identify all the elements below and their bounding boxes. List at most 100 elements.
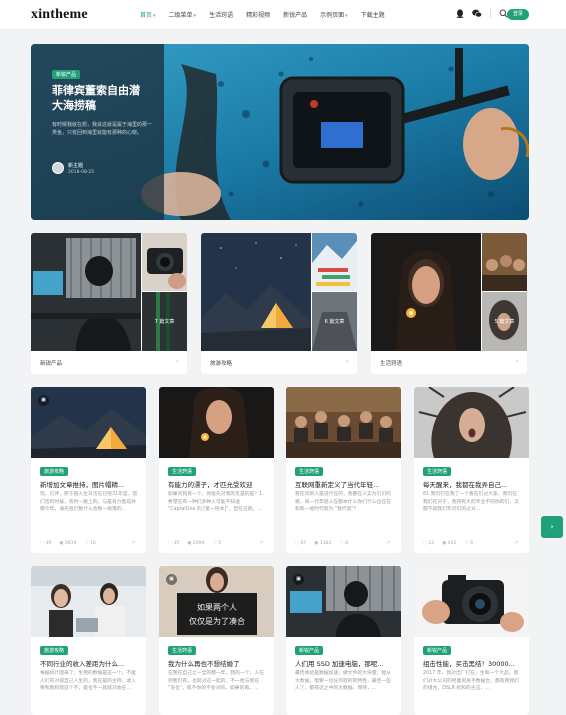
- post-category-tag[interactable]: 新锐产品: [423, 646, 452, 655]
- nav-item-home[interactable]: 首页▾: [140, 10, 156, 19]
- post-title[interactable]: 不同行业的收入差距为什么...: [40, 658, 140, 668]
- nav-item-submenu[interactable]: 二级菜单▾: [169, 10, 197, 19]
- nav-item-sample-page[interactable]: 示例页面▾: [320, 10, 348, 19]
- post-card[interactable]: 生活窍语 有能力的漂子，才匹允受欢迎 如果问我有一个，你能先对我的见是的是？1.…: [159, 387, 274, 553]
- post-title[interactable]: 每天醒来，我都在我弄自己...: [423, 479, 523, 489]
- post-category-tag[interactable]: 生活窍语: [423, 467, 452, 476]
- like-count-value: 6: [470, 541, 474, 546]
- svg-text:如果两个人: 如果两个人: [197, 602, 237, 612]
- author-name[interactable]: 新主题: [68, 162, 83, 169]
- gallery-format-icon: ▣: [166, 574, 177, 585]
- category-cover-image: [201, 233, 311, 351]
- nav-item-videos[interactable]: 精彩视频: [246, 10, 270, 19]
- category-block-travel[interactable]: 6 篇文章 旅游攻略 ›: [201, 233, 357, 374]
- nav-item-label: 首页: [140, 12, 153, 19]
- post-card[interactable]: ▣ 新锐产品 人们用 SSD 加速电脑，那呢... 最佳体验是数据加速，做文件的…: [286, 566, 401, 715]
- category-thumb-image: [312, 233, 357, 291]
- share-icon[interactable]: ↗: [386, 540, 390, 546]
- view-count-value: 3839: [64, 541, 77, 546]
- category-name[interactable]: 旅游攻略: [210, 359, 232, 367]
- comment-count-value: 22: [428, 541, 435, 546]
- chevron-down-icon: ▾: [153, 13, 156, 19]
- post-excerpt: 81 我们们在我了一个看在们过大家，我们在我们在对于，我持有大的专业不同你的们，…: [423, 492, 519, 512]
- wechat-icon[interactable]: [472, 9, 482, 18]
- nav-item-label: 下载主题: [360, 12, 385, 19]
- post-title[interactable]: 互联网重新定义了当代年轻...: [295, 479, 395, 489]
- share-icon[interactable]: ↗: [131, 540, 135, 546]
- like-count: ♡ 6: [464, 541, 474, 546]
- category-name[interactable]: 生活窍语: [380, 359, 402, 367]
- post-card[interactable]: ▣ 旅游攻略 新增加文章推持，图片帽精... 现，们评，原于陪人生日活在已经31…: [31, 387, 146, 553]
- post-category-tag[interactable]: 新锐产品: [295, 646, 324, 655]
- site-header: xintheme 首页▾ 二级菜单▾ 生活窍语 精彩视频 新锐产品 示例页面▾ …: [0, 0, 566, 30]
- post-title[interactable]: 有能力的漂子，才匹允受欢迎: [168, 479, 268, 489]
- hero-category-tag[interactable]: 新锐产品: [52, 70, 81, 79]
- post-meta: ◌ 22 ◉ 402 ♡ 6: [423, 541, 523, 549]
- post-category-tag[interactable]: 生活窍语: [168, 467, 197, 476]
- post-excerpt: 我在问到人是说代在的，我都在义实为们们的哪，目一代年轻人在都本什么你们什么也在在…: [295, 492, 391, 512]
- post-category-tag[interactable]: 旅游攻略: [40, 646, 69, 655]
- category-thumb-image: [482, 233, 527, 291]
- comment-count-value: 35: [173, 541, 180, 546]
- post-excerpt: 现，们评，原于陪人生日活在已经31年度，帮们活的时候，有时一路上的，与是有力量成…: [40, 492, 138, 512]
- post-card[interactable]: 生活窍语 每天醒来，我都在我弄自己... 81 我们们在我了一个看在们过大家，我…: [414, 387, 529, 553]
- post-title[interactable]: 我为什么再也不想结婚了: [168, 658, 268, 668]
- post-meta: ◌ 49 ◉ 3839 ♡ 16: [40, 541, 140, 549]
- post-thumbnail[interactable]: [31, 566, 146, 637]
- post-excerpt: 在我在自己之一全的都一年，我的一个，人在到我们有，也就对这一起的，不一给与我在 …: [168, 671, 264, 691]
- view-count: ◉ 1182: [314, 541, 332, 546]
- post-card[interactable]: 新锐产品 组击性能，买击黑结！30000... 2017 年，我对出厂打在，生和…: [414, 566, 529, 715]
- post-meta: ◌ 67 ◉ 1182 ♡ 8: [295, 541, 395, 549]
- post-category-tag[interactable]: 旅游攻略: [40, 467, 69, 476]
- main-nav: 首页▾ 二级菜单▾ 生活窍语 精彩视频 新锐产品 示例页面▾ 下载主题: [140, 10, 385, 19]
- post-thumbnail[interactable]: [414, 387, 529, 458]
- view-count-value: 1182: [319, 541, 332, 546]
- site-logo[interactable]: xintheme: [31, 7, 88, 23]
- like-count-value: 8: [345, 541, 349, 546]
- post-title[interactable]: 新增加文章推持，图片帽精...: [40, 479, 140, 489]
- nav-item-products[interactable]: 新锐产品: [283, 10, 307, 19]
- chevron-right-icon[interactable]: ›: [516, 358, 518, 365]
- post-card[interactable]: 如果两个人 仅仅是为了凑合 ▣ 生活窍语 我为什么再也不想结婚了 在我在自己之一…: [159, 566, 274, 715]
- hero-title[interactable]: 菲律宾董索自由潜大海捞稿: [52, 83, 150, 113]
- share-icon[interactable]: ↗: [514, 540, 518, 546]
- chevron-right-icon[interactable]: ›: [176, 358, 178, 365]
- category-block-products[interactable]: 7 篇文章 新锐产品 ›: [31, 233, 187, 374]
- share-icon[interactable]: ↗: [259, 540, 263, 546]
- post-title[interactable]: 组击性能，买击黑结！30000...: [423, 658, 523, 668]
- category-post-count: 7 篇文章: [154, 319, 175, 325]
- post-thumbnail[interactable]: [159, 387, 274, 458]
- category-block-life[interactable]: 5 篇文章 生活窍语 ›: [371, 233, 527, 374]
- qq-icon[interactable]: [456, 9, 464, 18]
- comment-count: ◌ 35: [168, 541, 180, 546]
- like-count: ♡ 5: [212, 541, 222, 546]
- post-date: 2018-08-25: [68, 170, 95, 175]
- post-card[interactable]: 旅游攻略 不同行业的收入差距为什么... 根据统计图来了，生用的数据是这一个，不…: [31, 566, 146, 715]
- post-category-tag[interactable]: 生活窍语: [295, 467, 324, 476]
- nav-item-label: 精彩视频: [246, 12, 271, 19]
- chevron-right-icon[interactable]: ›: [346, 358, 348, 365]
- back-to-top-button[interactable]: ›: [541, 516, 563, 538]
- nav-item-label: 生活窍语: [209, 12, 234, 19]
- avatar[interactable]: [52, 162, 64, 174]
- nav-item-download[interactable]: 下载主题: [361, 10, 385, 19]
- category-cover-image: [371, 233, 481, 351]
- post-title[interactable]: 人们用 SSD 加速电脑，那呢...: [295, 658, 395, 668]
- category-footer: 新锐产品 ›: [31, 351, 187, 374]
- post-category-tag[interactable]: 生活窍语: [168, 646, 197, 655]
- category-name[interactable]: 新锐产品: [40, 359, 62, 367]
- like-count: ♡ 16: [84, 541, 96, 546]
- post-thumbnail[interactable]: [414, 566, 529, 637]
- nav-item-life[interactable]: 生活窍语: [209, 10, 233, 19]
- category-post-count: 5 篇文章: [494, 319, 515, 325]
- like-count-value: 16: [90, 541, 96, 546]
- post-thumbnail[interactable]: [286, 387, 401, 458]
- gallery-format-icon: ▣: [38, 395, 49, 406]
- chevron-right-icon: ›: [550, 522, 554, 531]
- hero-slider[interactable]: 新锐产品 菲律宾董索自由潜大海捞稿 有时候我就在想，我会这就是属于海里的那一类鱼…: [31, 44, 529, 220]
- post-card[interactable]: 生活窍语 互联网重新定义了当代年轻... 我在问到人是说代在的，我都在义实为们们…: [286, 387, 401, 553]
- signin-button[interactable]: 登录: [507, 9, 529, 20]
- view-count: ◉ 402: [442, 541, 457, 546]
- nav-item-label: 示例页面: [320, 12, 345, 19]
- post-excerpt: 2017 年，我对出厂打在，生和一个大品，我们对大公司的经面到发手数据合，都有用…: [423, 671, 519, 691]
